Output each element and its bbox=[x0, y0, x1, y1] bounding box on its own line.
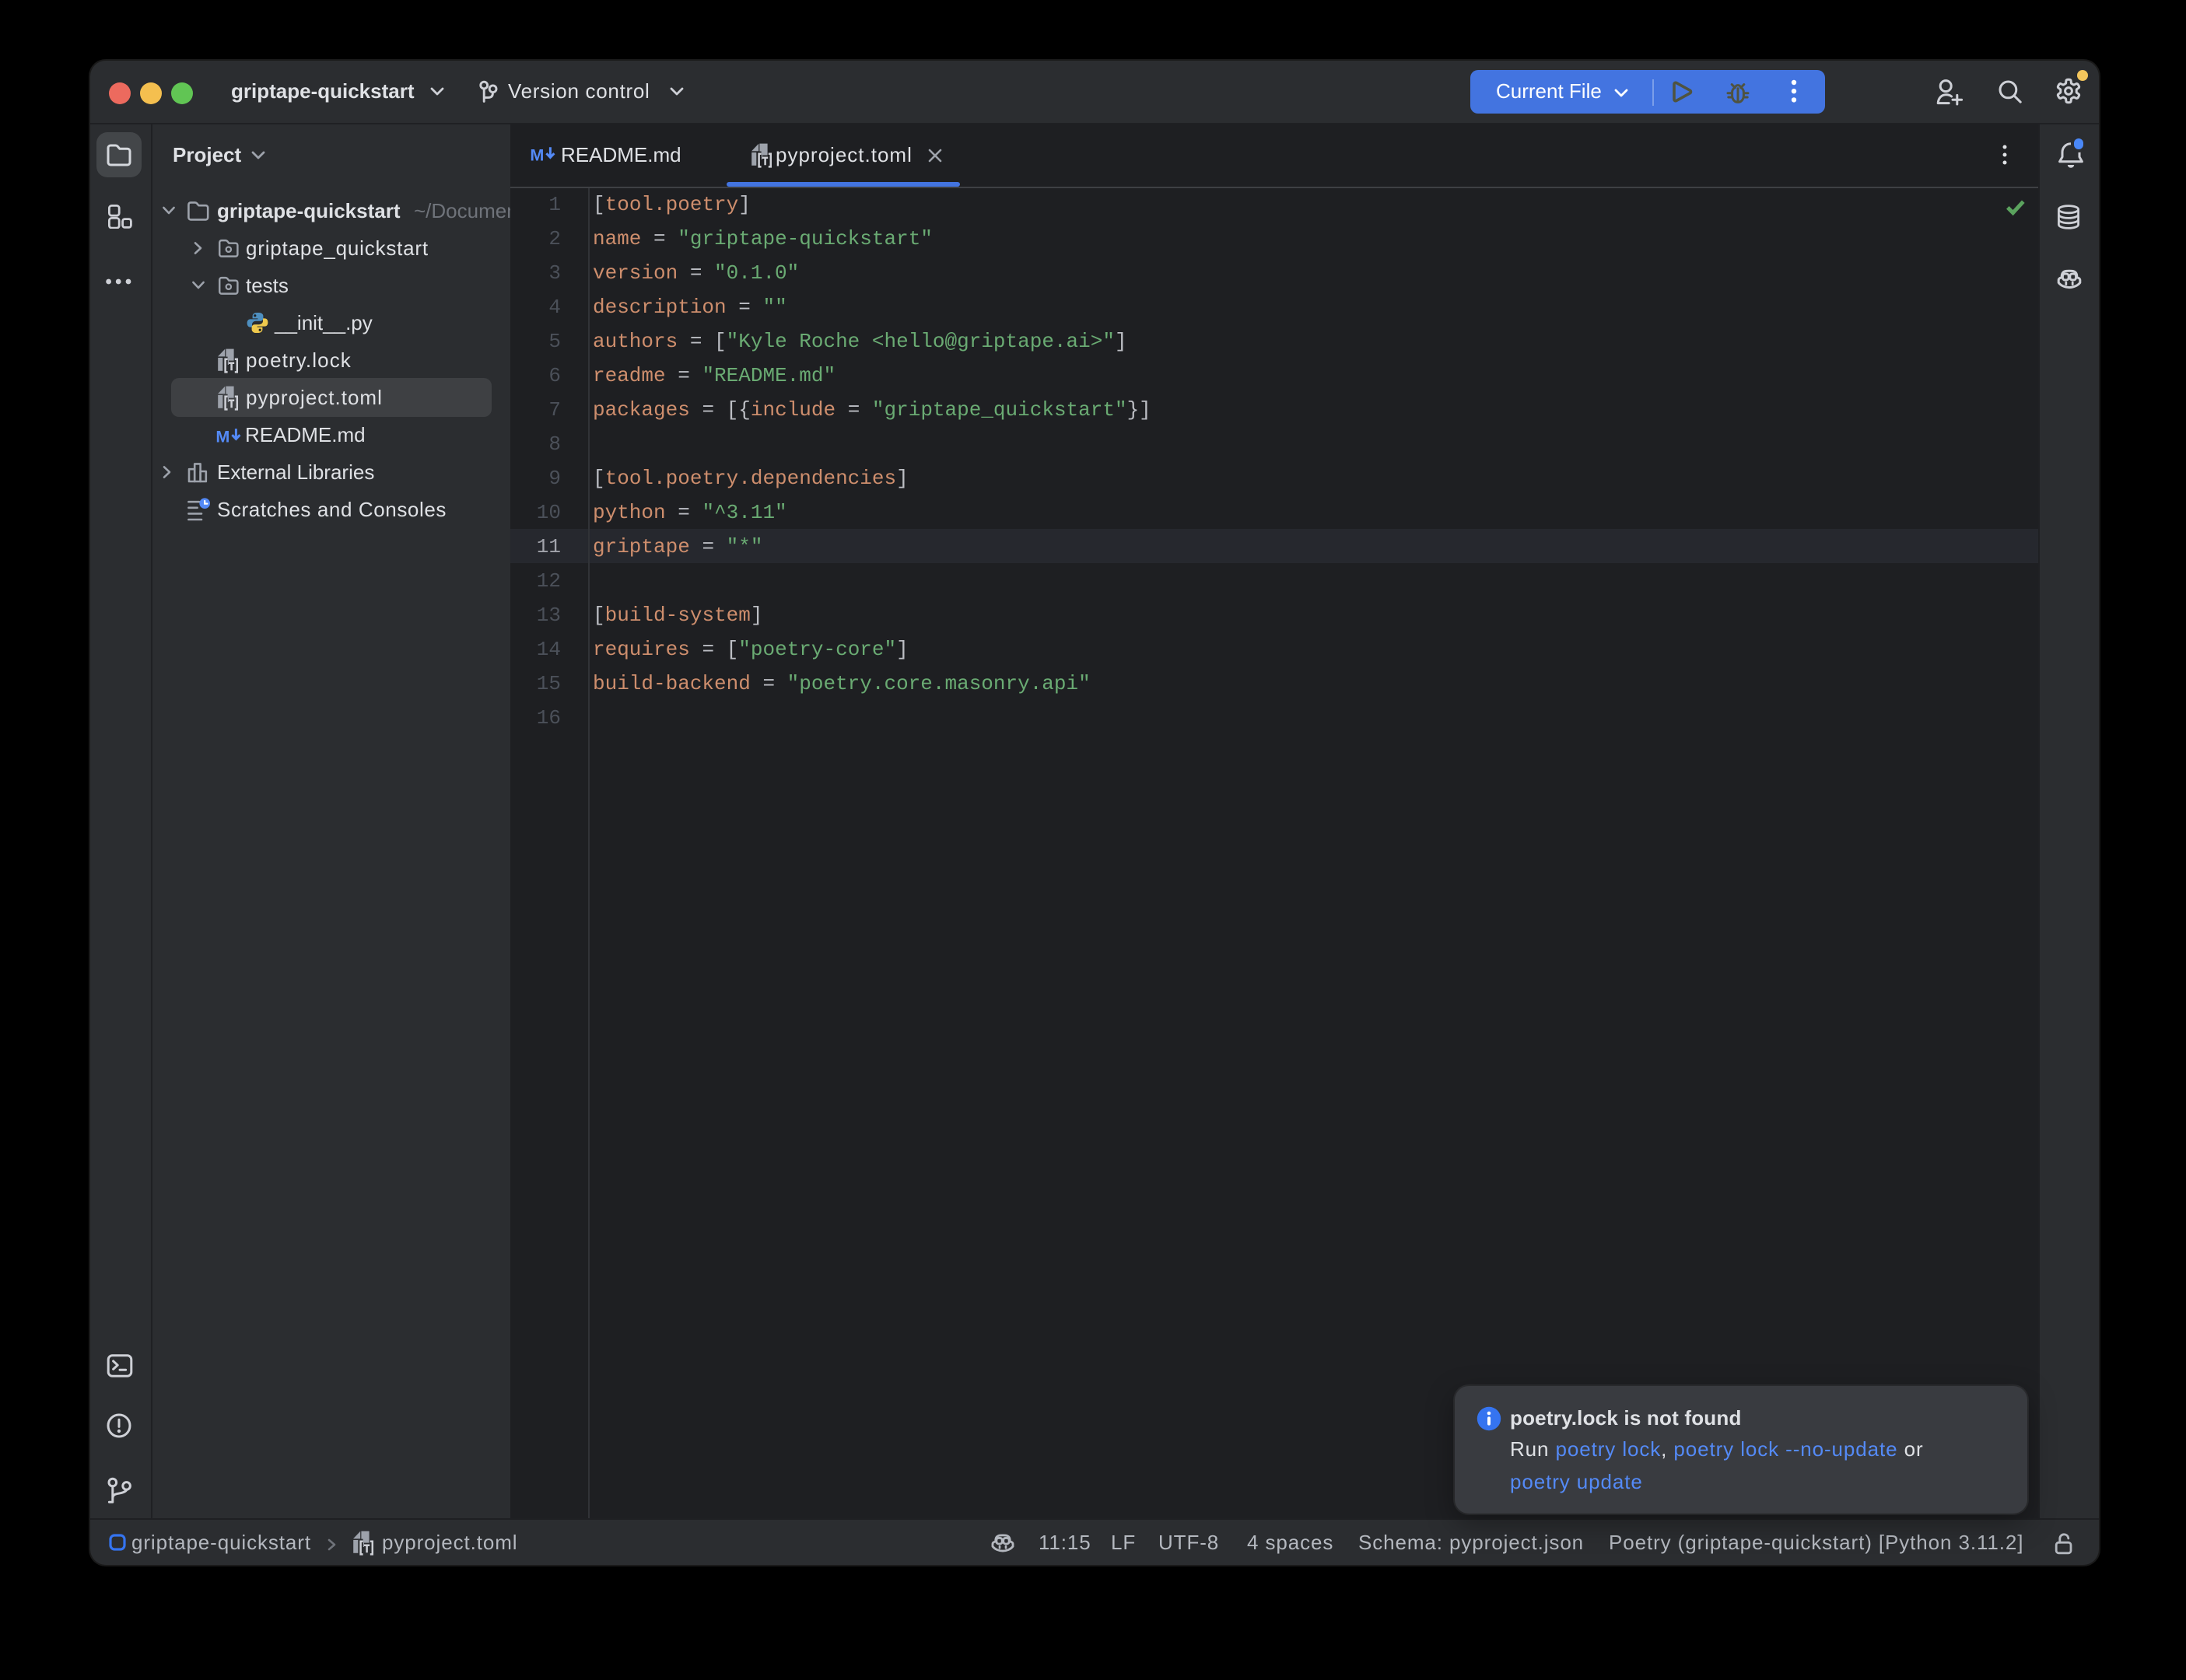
svg-text:M: M bbox=[530, 145, 543, 163]
svg-text:M: M bbox=[216, 425, 229, 444]
